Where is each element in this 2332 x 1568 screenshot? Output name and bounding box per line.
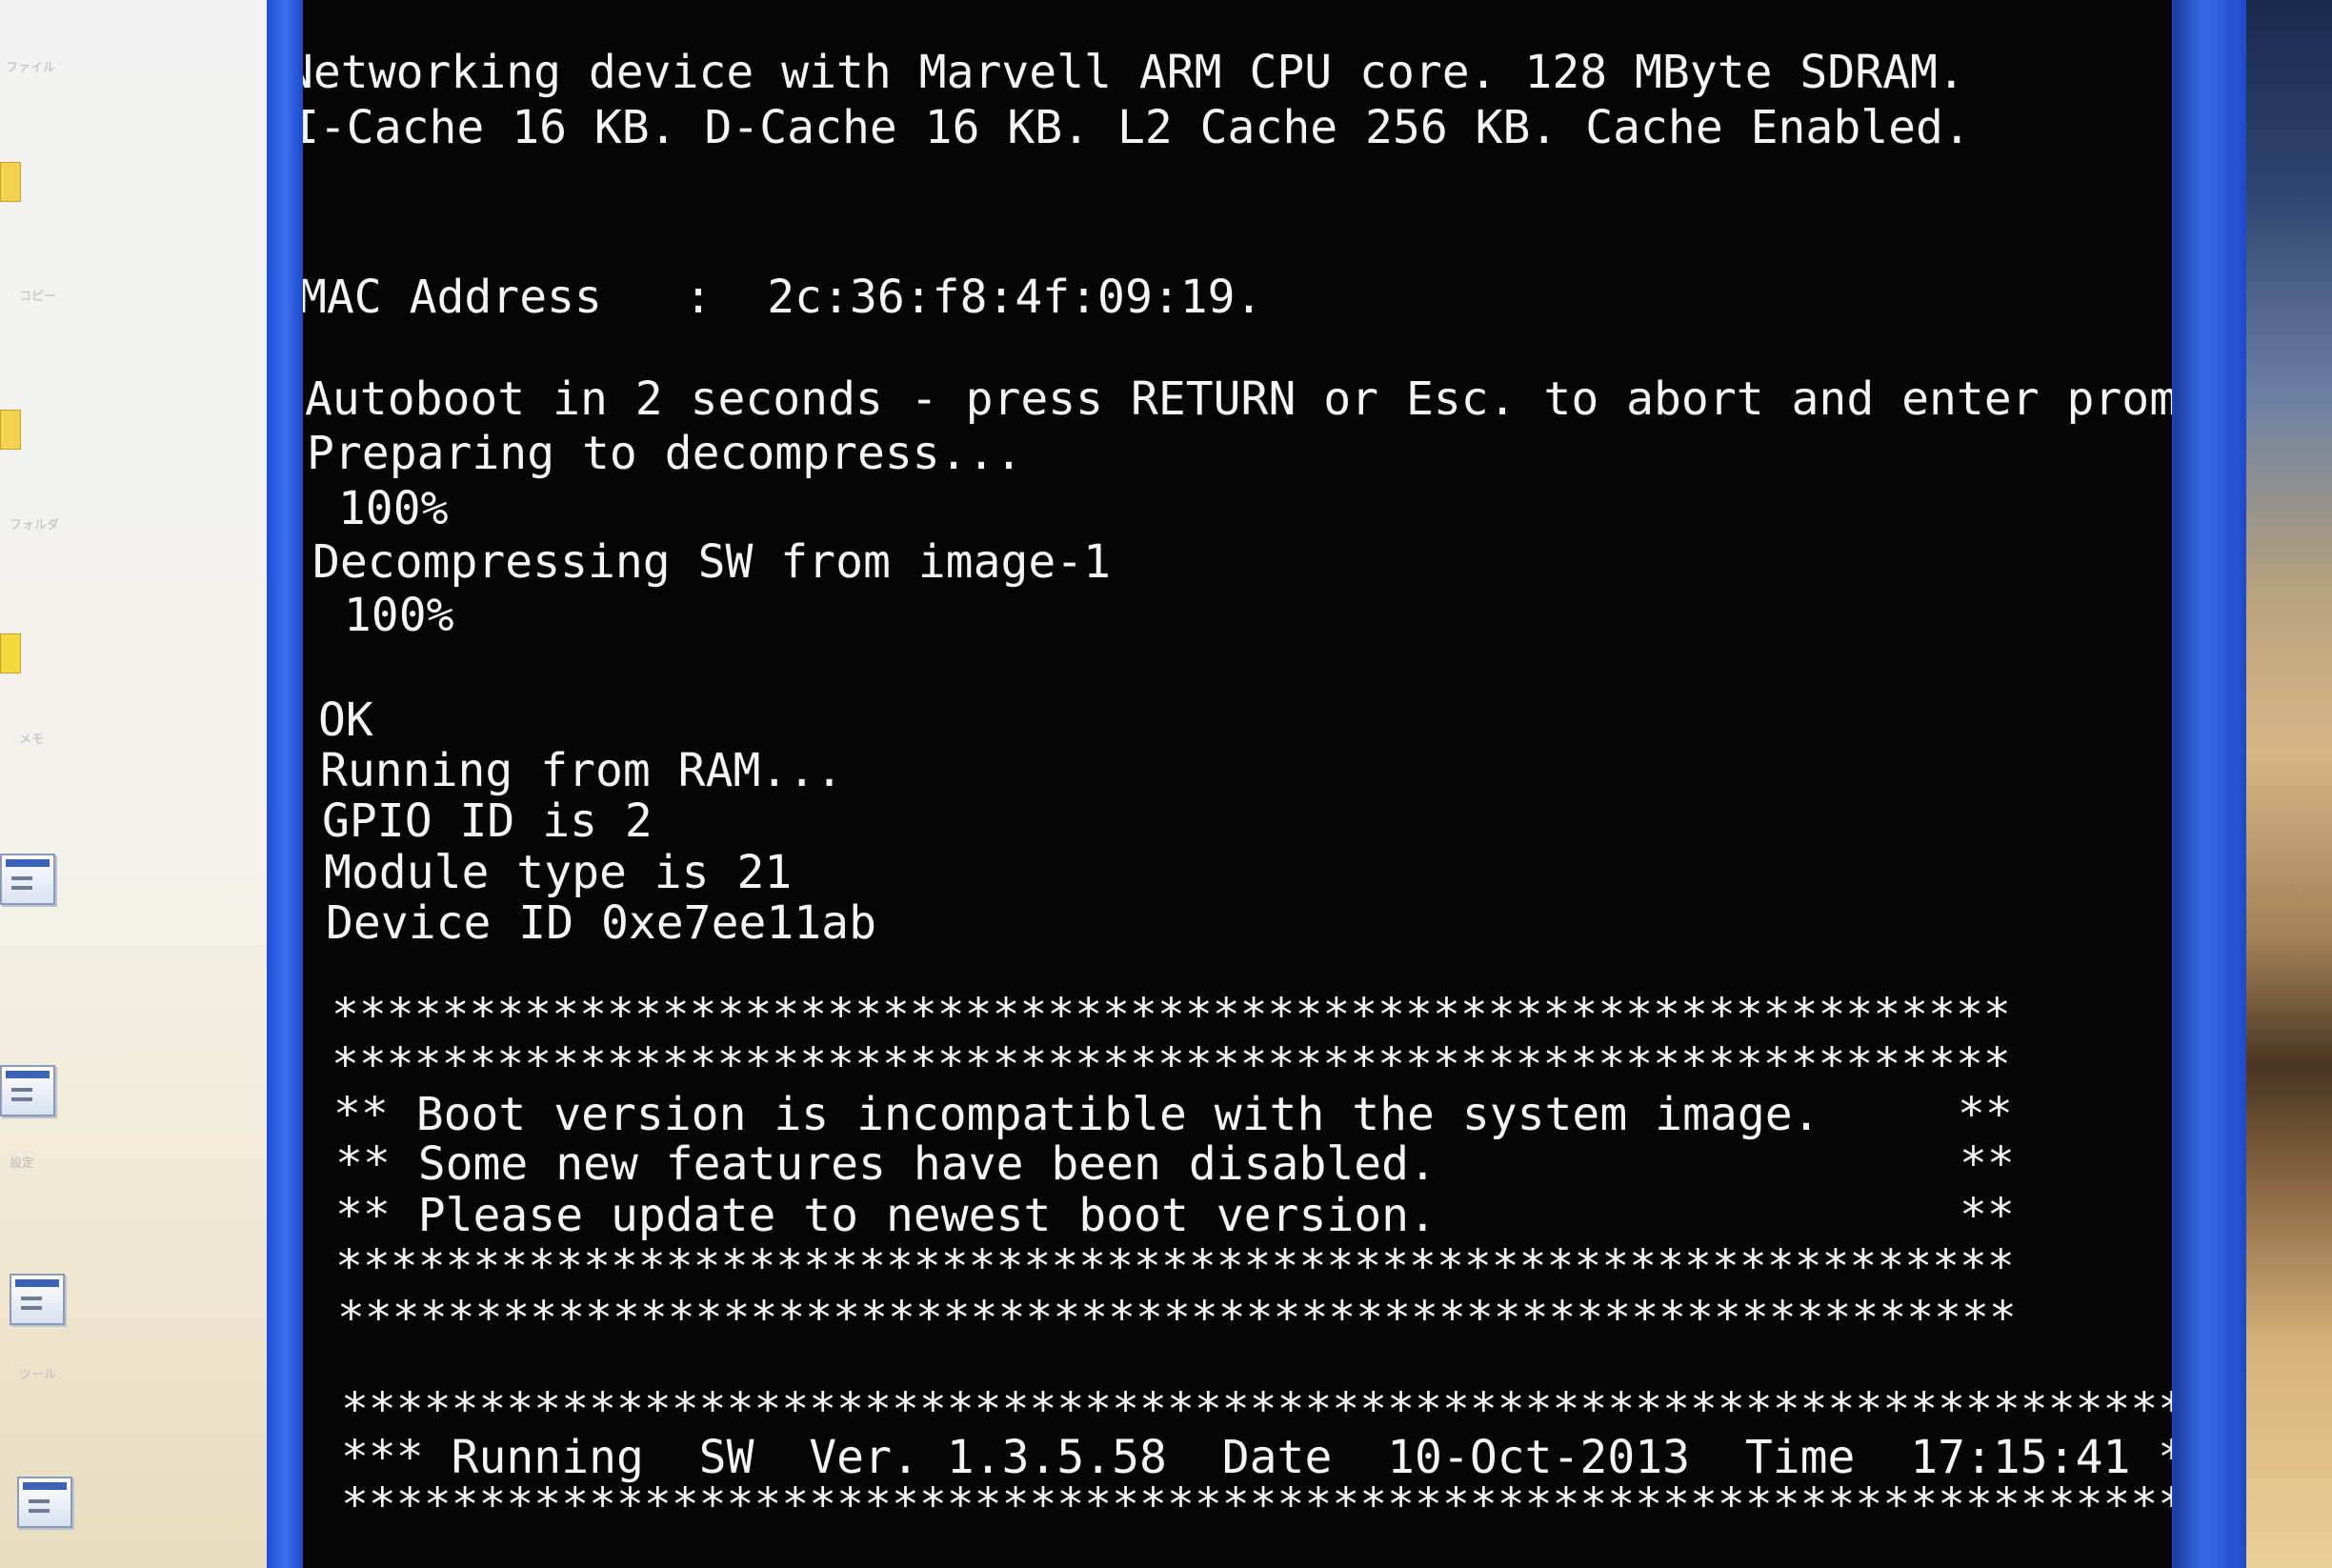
warning-line: ** Some new features have been disabled.… xyxy=(335,1137,2015,1191)
version-banner-line: ****************************************… xyxy=(341,1383,2172,1437)
console-line: Decompressing SW from image-1 xyxy=(312,535,1112,589)
console-line: OK xyxy=(318,694,373,747)
desktop-label: ファイル xyxy=(6,61,56,75)
window-icon[interactable] xyxy=(0,1065,55,1116)
window-icon[interactable] xyxy=(17,1477,72,1528)
console-line: Running from RAM... xyxy=(320,744,844,797)
desktop-label: コピー xyxy=(19,290,57,304)
banner-line: ****************************************… xyxy=(335,1240,2015,1294)
console-line: 100% xyxy=(316,589,454,642)
banner-line: ****************************************… xyxy=(337,1292,2017,1345)
console-line: I-Cache 16 KB. D-Cache 16 KB. L2 Cache 2… xyxy=(303,101,1971,154)
warning-line: ** Please update to newest boot version.… xyxy=(335,1189,2015,1242)
desktop-label: 設定 xyxy=(10,1156,35,1171)
window-icon[interactable] xyxy=(0,854,55,905)
console-line: Device ID 0xe7ee11ab xyxy=(326,896,876,950)
folder-icon[interactable] xyxy=(0,162,21,202)
version-banner-line: ****************************************… xyxy=(341,1478,2172,1532)
desktop-label: メモ xyxy=(19,733,45,747)
window-frame-right xyxy=(2174,0,2246,1568)
console-line: MAC Address : 2c:36:f8:4f:09:19. xyxy=(303,271,1263,324)
version-line: *** Running SW Ver. 1.3.5.58 Date 10-Oct… xyxy=(341,1431,2172,1484)
desktop-label: ツール xyxy=(19,1368,57,1382)
warning-line: ** Boot version is incompatible with the… xyxy=(333,1088,2013,1141)
folder-icon[interactable] xyxy=(0,410,21,450)
desktop-left-area: ファイル コピー フォルダ メモ 設定 ツール xyxy=(0,0,286,1568)
terminal-console[interactable]: Networking device with Marvell ARM CPU c… xyxy=(303,0,2172,1568)
desktop-label: フォルダ xyxy=(10,518,60,533)
window-icon[interactable] xyxy=(10,1274,65,1325)
console-line: Module type is 21 xyxy=(324,846,793,899)
banner-line: ****************************************… xyxy=(332,989,2011,1042)
screen: ファイル コピー フォルダ メモ 設定 ツール Networking devic… xyxy=(0,0,2332,1568)
folder-icon[interactable] xyxy=(0,633,21,673)
console-line: Autoboot in 2 seconds - press RETURN or … xyxy=(305,372,2172,426)
banner-line: ****************************************… xyxy=(332,1038,2011,1092)
console-line: Networking device with Marvell ARM CPU c… xyxy=(303,46,1965,99)
console-line: GPIO ID is 2 xyxy=(322,794,653,848)
console-line: 100% xyxy=(311,482,449,535)
console-line: Preparing to decompress... xyxy=(307,427,1023,480)
